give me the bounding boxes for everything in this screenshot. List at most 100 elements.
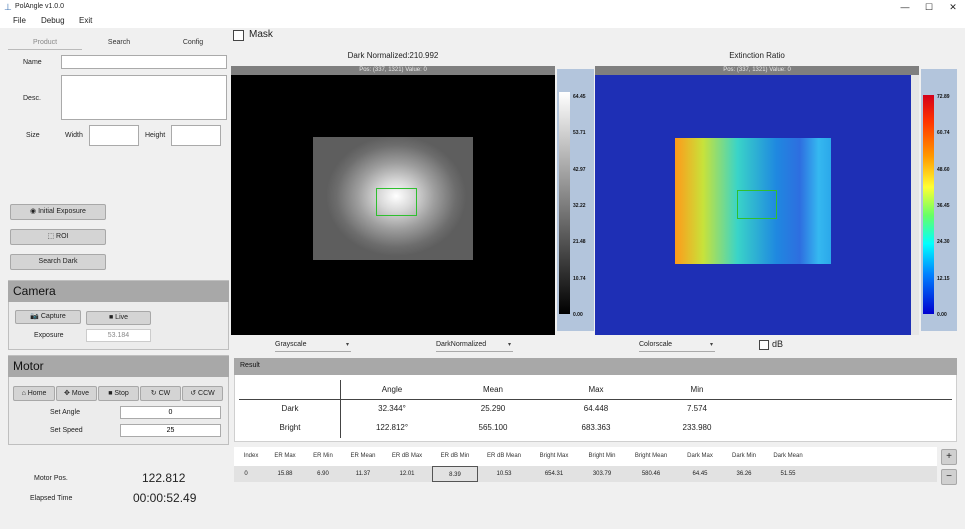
result-divider-vertical [340, 380, 341, 438]
width-input[interactable] [89, 125, 139, 146]
menu-file[interactable]: File [13, 15, 26, 27]
height-label: Height [145, 132, 166, 139]
menu-bar [0, 15, 965, 28]
motor-pos-label: Motor Pos. [34, 475, 68, 482]
grid-header: Dark Min [731, 453, 756, 459]
search-dark-button[interactable]: Search Dark [10, 254, 106, 270]
vertical-scrollbar[interactable] [911, 75, 919, 335]
colorbar-tick: 12.15 [937, 276, 950, 282]
chevron-down-icon: ▾ [507, 342, 511, 348]
exposure-value: 53.184 [86, 329, 151, 342]
maximize-button[interactable]: ☐ [917, 0, 941, 15]
tab-search[interactable]: Search [82, 36, 156, 50]
grid-cell[interactable]: 10.53 [480, 466, 528, 482]
right-image-view[interactable] [595, 75, 911, 335]
grid-header: ER Max [274, 453, 296, 459]
width-label: Width [65, 132, 83, 139]
left-image-view[interactable] [231, 75, 555, 335]
colorscale-select-right[interactable]: Colorscale ▾ [639, 339, 715, 352]
result-col-header: Mean [482, 385, 503, 394]
result-col-header: Angle [381, 385, 403, 394]
grid-header: Dark Max [687, 453, 713, 459]
colorbar-tick: 36.45 [937, 203, 950, 209]
exposure-label: Exposure [34, 332, 64, 339]
roi-icon: ⬚ [47, 233, 57, 240]
grid-cell[interactable]: 303.79 [580, 466, 624, 482]
grid-cell-selected[interactable]: 8.39 [432, 466, 478, 482]
grid-cell[interactable]: 12.01 [384, 466, 430, 482]
roi-rectangle[interactable] [737, 190, 777, 219]
grayscale-gradient [559, 92, 570, 314]
close-button[interactable]: ✕ [941, 0, 965, 15]
grid-header: Bright Mean [634, 453, 668, 459]
colorbar-tick: 48.60 [937, 167, 950, 173]
colorscale-select-left[interactable]: Grayscale ▾ [275, 339, 351, 352]
motor-pos-value: 122.812 [142, 471, 186, 485]
colorbar-tick: 72.89 [937, 94, 950, 100]
grid-header: ER Mean [350, 453, 376, 459]
grid-cell[interactable]: 36.26 [723, 466, 765, 482]
add-row-button[interactable]: + [941, 449, 957, 465]
initial-exposure-button[interactable]: ◉ Initial Exposure [10, 204, 106, 220]
roi-button[interactable]: ⬚ ROI [10, 229, 106, 245]
grid-header: ER dB Max [391, 453, 423, 459]
name-label: Name [23, 59, 42, 66]
result-cell: 32.344° [378, 404, 406, 413]
grid-cell[interactable]: 6.90 [304, 466, 342, 482]
exposure-icon: ◉ [30, 208, 39, 215]
menu-debug[interactable]: Debug [41, 15, 65, 27]
result-cell: 25.290 [480, 404, 506, 413]
minimize-button[interactable]: — [893, 0, 917, 15]
home-button[interactable]: ⌂ Home [13, 386, 55, 401]
result-cell: 7.574 [686, 404, 708, 413]
roi-rectangle[interactable] [376, 188, 417, 216]
move-button[interactable]: ✥ Move [56, 386, 97, 401]
menu-exit[interactable]: Exit [79, 15, 92, 27]
colorbar-tick: 42.97 [573, 167, 586, 173]
app-icon: ⊥ [4, 2, 12, 12]
mask-checkbox[interactable] [233, 30, 244, 41]
elapsed-value: 00:00:52.49 [133, 491, 197, 505]
stop-button[interactable]: ■ Stop [98, 386, 139, 401]
result-cell: 122.812° [375, 423, 409, 432]
height-input[interactable] [171, 125, 221, 146]
grid-cell[interactable]: 64.45 [679, 466, 721, 482]
mode-select[interactable]: DarkNormalized ▾ [436, 339, 513, 352]
grid-cell[interactable]: 15.88 [267, 466, 303, 482]
grid-cell[interactable]: 0 [236, 466, 256, 482]
colorbar-tick: 0.00 [573, 312, 583, 318]
right-colorbar: 72.89 60.74 48.60 36.45 24.30 12.15 0.00 [921, 69, 957, 331]
camera-icon: 📷 [30, 313, 41, 320]
name-input[interactable] [61, 55, 227, 69]
colorbar-tick: 24.30 [937, 239, 950, 245]
tab-product[interactable]: Product [8, 36, 82, 50]
result-cell: 683.363 [581, 423, 611, 432]
tab-config[interactable]: Config [156, 36, 230, 50]
grid-cell[interactable]: 11.37 [343, 466, 383, 482]
set-speed-input[interactable] [120, 424, 221, 437]
result-cell: 233.980 [682, 423, 712, 432]
grid-cell[interactable]: 654.31 [530, 466, 578, 482]
right-image-info: Pos: (337, 1321) Value: 0 [595, 66, 919, 75]
result-row-label: Bright [279, 423, 301, 432]
left-image-title: Dark Normalized:210.992 [347, 51, 439, 60]
camera-title: Camera [8, 281, 229, 302]
remove-row-button[interactable]: − [941, 469, 957, 485]
db-label: dB [772, 339, 784, 349]
live-button[interactable]: ■ Live [86, 311, 151, 325]
set-angle-input[interactable] [120, 406, 221, 419]
db-checkbox[interactable] [759, 340, 769, 350]
grid-cell[interactable]: 51.55 [765, 466, 811, 482]
rotate-ccw-icon: ↺ [190, 390, 199, 397]
rotate-cw-icon: ↻ [150, 390, 159, 397]
cw-button[interactable]: ↻ CW [140, 386, 181, 401]
result-divider-horizontal [239, 399, 952, 400]
ccw-button[interactable]: ↺ CCW [182, 386, 223, 401]
data-grid: Index ER Max ER Min ER Mean ER dB Max ER… [234, 447, 937, 482]
result-cell: 565.100 [478, 423, 508, 432]
capture-button[interactable]: 📷 Capture [15, 310, 81, 324]
chevron-down-icon: ▾ [709, 342, 713, 348]
desc-input[interactable] [61, 75, 227, 120]
grid-cell[interactable]: 580.46 [625, 466, 677, 482]
result-row-label: Dark [281, 404, 299, 413]
